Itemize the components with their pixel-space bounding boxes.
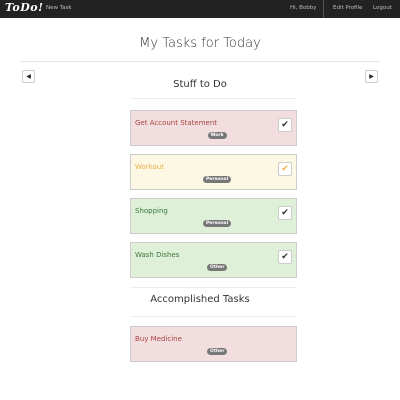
edit-profile-link[interactable]: Edit Profile [333, 5, 363, 11]
task-name: Get Account Statement [135, 119, 218, 127]
complete-task-button[interactable]: ✔ [278, 206, 292, 220]
task-card[interactable]: Workout Personal ✔ [130, 154, 297, 190]
nav-divider [323, 0, 324, 18]
checkmark-icon: ✔ [281, 164, 289, 174]
done-section-divider-top [130, 287, 296, 288]
category-badge: Other [207, 264, 228, 271]
complete-task-button[interactable]: ✔ [278, 162, 292, 176]
checkmark-icon: ✔ [281, 120, 289, 130]
category-badge: Personal [203, 220, 232, 227]
category-badge: Other [207, 348, 228, 355]
task-name: Workout [135, 163, 164, 171]
todo-section-title: Stuff to Do [173, 79, 227, 90]
complete-task-button[interactable]: ✔ [278, 118, 292, 132]
user-greeting[interactable]: Hi, Bobby [290, 5, 317, 11]
navbar: ToDo! New Task Hi, Bobby Edit Profile Lo… [0, 0, 400, 18]
task-name: Wash Dishes [135, 251, 180, 259]
done-section-divider [130, 316, 296, 317]
task-card[interactable]: Wash Dishes Other ✔ [130, 242, 297, 278]
checkmark-icon: ✔ [281, 208, 289, 218]
title-divider [20, 61, 380, 62]
task-name: Buy Medicine [135, 335, 182, 343]
todo-section-divider [130, 98, 296, 99]
done-section-title: Accomplished Tasks [150, 294, 250, 305]
brand-logo[interactable]: ToDo! [5, 1, 43, 14]
task-card[interactable]: Get Account Statement Work ✔ [130, 110, 297, 146]
category-badge: Work [207, 132, 227, 139]
new-task-link[interactable]: New Task [46, 5, 72, 11]
task-card[interactable]: Buy Medicine Other [130, 326, 297, 362]
checkmark-icon: ✔ [281, 252, 289, 262]
page-title: My Tasks for Today [139, 36, 261, 51]
category-badge: Personal [203, 176, 232, 183]
logout-link[interactable]: Logout [373, 5, 392, 11]
complete-task-button[interactable]: ✔ [278, 250, 292, 264]
task-card[interactable]: Shopping Personal ✔ [130, 198, 297, 234]
task-name: Shopping [135, 207, 168, 215]
